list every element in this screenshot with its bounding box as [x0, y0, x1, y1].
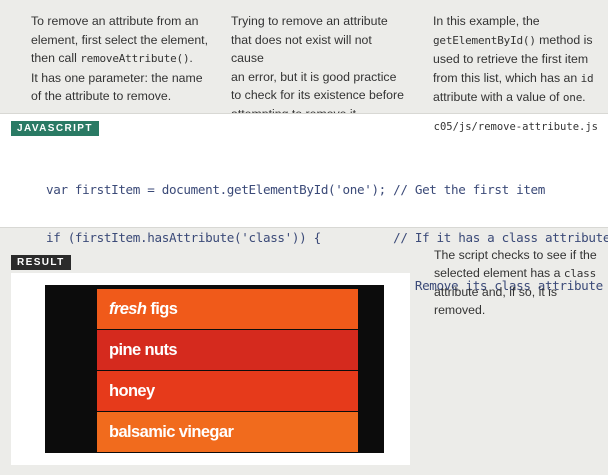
list-item-text: pine nuts	[109, 341, 178, 359]
list-item: fresh figs	[97, 289, 358, 329]
note-text: selected element has a class	[434, 264, 606, 283]
intro-text: an error, but it is good practice	[231, 69, 397, 84]
inline-code: id	[580, 71, 594, 85]
note-text: attribute and, if so, it is removed.	[434, 285, 558, 317]
javascript-tag: JAVASCRIPT	[11, 121, 99, 136]
intro-text: used to retrieve the first item	[433, 52, 589, 66]
intro-text: that does not exist will not cause	[231, 32, 372, 66]
intro-text-fragment: then call	[31, 51, 81, 65]
intro-text-fragment: method is	[535, 32, 593, 47]
intro-columns: To remove an attribute from an element, …	[0, 0, 608, 121]
intro-column-2: Trying to remove an attribute that does …	[231, 12, 406, 123]
inline-code: getElementById()	[433, 33, 536, 47]
intro-text: In this example, the	[433, 14, 540, 28]
intro-text: of the attribute to remove.	[31, 89, 172, 103]
intro-text: element, first select the element,	[31, 32, 209, 47]
list-item-emphasis: fresh	[109, 300, 147, 318]
result-note: The script checks to see if the selected…	[434, 246, 606, 319]
inline-code: class	[563, 267, 597, 280]
grocery-list: fresh figs pine nuts honey balsamic vine…	[97, 289, 358, 453]
note-text: The script checks to see if the	[434, 248, 597, 262]
note-text-fragment: selected element has a	[434, 266, 564, 280]
code-line: var firstItem = document.getElementById(…	[46, 182, 546, 197]
list-item-text: balsamic vinegar	[109, 423, 234, 441]
browser-preview: fresh figs pine nuts honey balsamic vine…	[45, 285, 384, 453]
intro-text-fragment: .	[189, 51, 193, 65]
list-item: honey	[97, 371, 358, 411]
intro-text: To remove an attribute from an	[31, 14, 199, 28]
list-item: pine nuts	[97, 330, 358, 370]
result-frame: fresh figs pine nuts honey balsamic vine…	[11, 273, 410, 465]
result-tag: RESULT	[11, 255, 71, 270]
code-line: if (firstItem.hasAttribute('class')) { /…	[46, 230, 608, 245]
intro-column-3: In this example, the getElementById() me…	[433, 12, 605, 108]
intro-text: Trying to remove an attribute	[231, 14, 388, 28]
list-item: balsamic vinegar	[97, 412, 358, 452]
intro-text: then call removeAttribute().	[31, 49, 211, 69]
intro-text: to check for its existence before	[231, 88, 404, 102]
list-item-text: figs	[146, 300, 178, 318]
intro-text: from this list, which has an id	[433, 69, 605, 89]
intro-text-fragment: from this list, which has an	[433, 70, 581, 85]
inline-code: one	[562, 91, 583, 104]
list-item-text: honey	[109, 382, 155, 400]
code-panel: JAVASCRIPT c05/js/remove-attribute.js va…	[0, 113, 608, 341]
inline-code: removeAttribute()	[80, 52, 190, 65]
intro-text: attribute with a value of one.	[433, 88, 605, 108]
code-filename: c05/js/remove-attribute.js	[433, 121, 598, 133]
intro-text: It has one parameter: the name	[31, 70, 203, 85]
intro-text-fragment: attribute with a value of	[433, 90, 563, 104]
intro-text-fragment: .	[582, 90, 586, 104]
intro-column-1: To remove an attribute from an element, …	[31, 12, 211, 106]
intro-text: getElementById() method is	[433, 31, 605, 51]
